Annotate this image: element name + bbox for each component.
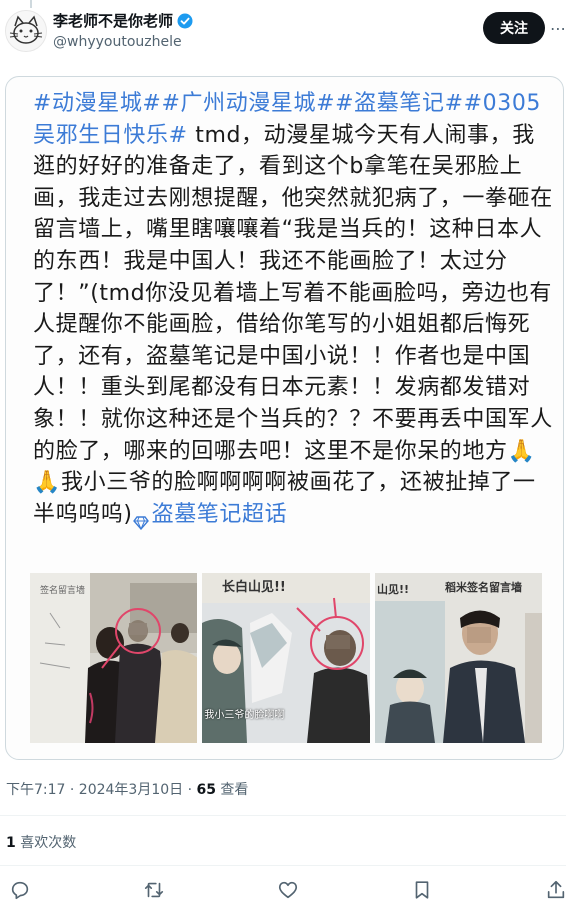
supertopic-link[interactable]: 盗墓笔记超话 <box>152 502 288 527</box>
cat-avatar-icon <box>6 11 46 51</box>
photo-1-sign-text: 签名留言墙 <box>40 584 85 596</box>
post-text: #动漫星城##广州动漫星城##盗墓笔记##0305吴邪生日快乐# tmd，动漫星… <box>33 88 553 530</box>
action-bar <box>0 876 566 906</box>
views-label: 查看 <box>215 782 249 798</box>
verified-icon <box>177 13 193 29</box>
photo-3-banner2-text: 山见!! <box>377 582 409 596</box>
likes-row[interactable]: 1 喜欢次数 <box>6 832 76 852</box>
diamond-icon <box>132 508 149 530</box>
share-icon[interactable] <box>545 879 566 901</box>
post-time[interactable]: 下午7:17 · 2024年3月10日 · <box>6 782 197 798</box>
photo-3[interactable]: 稻米签名留言墙 山见!! <box>374 573 542 743</box>
display-name[interactable]: 李老师不是你老师 <box>53 12 173 30</box>
like-icon[interactable] <box>277 879 299 901</box>
more-icon[interactable]: ⋯ <box>550 18 566 38</box>
post-body: tmd，动漫星城今天有人闹事，我逛的好好的准备走了，看到这个b拿笔在吴邪脸上画，… <box>33 122 553 464</box>
likes-label: 喜欢次数 <box>15 835 77 851</box>
retweet-icon[interactable] <box>143 879 165 901</box>
quoted-post-card[interactable]: #动漫星城##广州动漫星城##盗墓笔记##0305吴邪生日快乐# tmd，动漫星… <box>5 76 564 760</box>
view-count: 65 <box>196 782 216 798</box>
divider <box>0 815 566 816</box>
user-handle[interactable]: @whyyoutouzhele <box>53 34 182 50</box>
photo-2-banner-text: 长白山见!! <box>222 579 286 595</box>
photo-2-caption: 我小三爷的脸啊啊 <box>204 710 285 721</box>
image-grid: 签名留言墙 长白山见!! 我小三爷的脸啊啊 稻米签名留言墙 山见!! <box>30 573 542 743</box>
like-count: 1 <box>6 835 16 851</box>
photo-1[interactable]: 签名留言墙 <box>30 573 198 743</box>
tweet-header: 李老师不是你老师 @whyyoutouzhele 关注 ⋯ <box>0 0 566 62</box>
divider <box>0 865 566 866</box>
follow-button[interactable]: 关注 <box>483 12 545 44</box>
avatar[interactable] <box>5 10 47 52</box>
timestamp-row: 下午7:17 · 2024年3月10日 · 65 查看 <box>6 779 248 799</box>
name-row: 李老师不是你老师 <box>53 12 193 30</box>
bookmark-icon[interactable] <box>411 879 433 901</box>
photo-2[interactable]: 长白山见!! 我小三爷的脸啊啊 <box>202 573 370 743</box>
reply-icon[interactable] <box>9 879 31 901</box>
photo-3-banner-text: 稻米签名留言墙 <box>445 580 522 594</box>
